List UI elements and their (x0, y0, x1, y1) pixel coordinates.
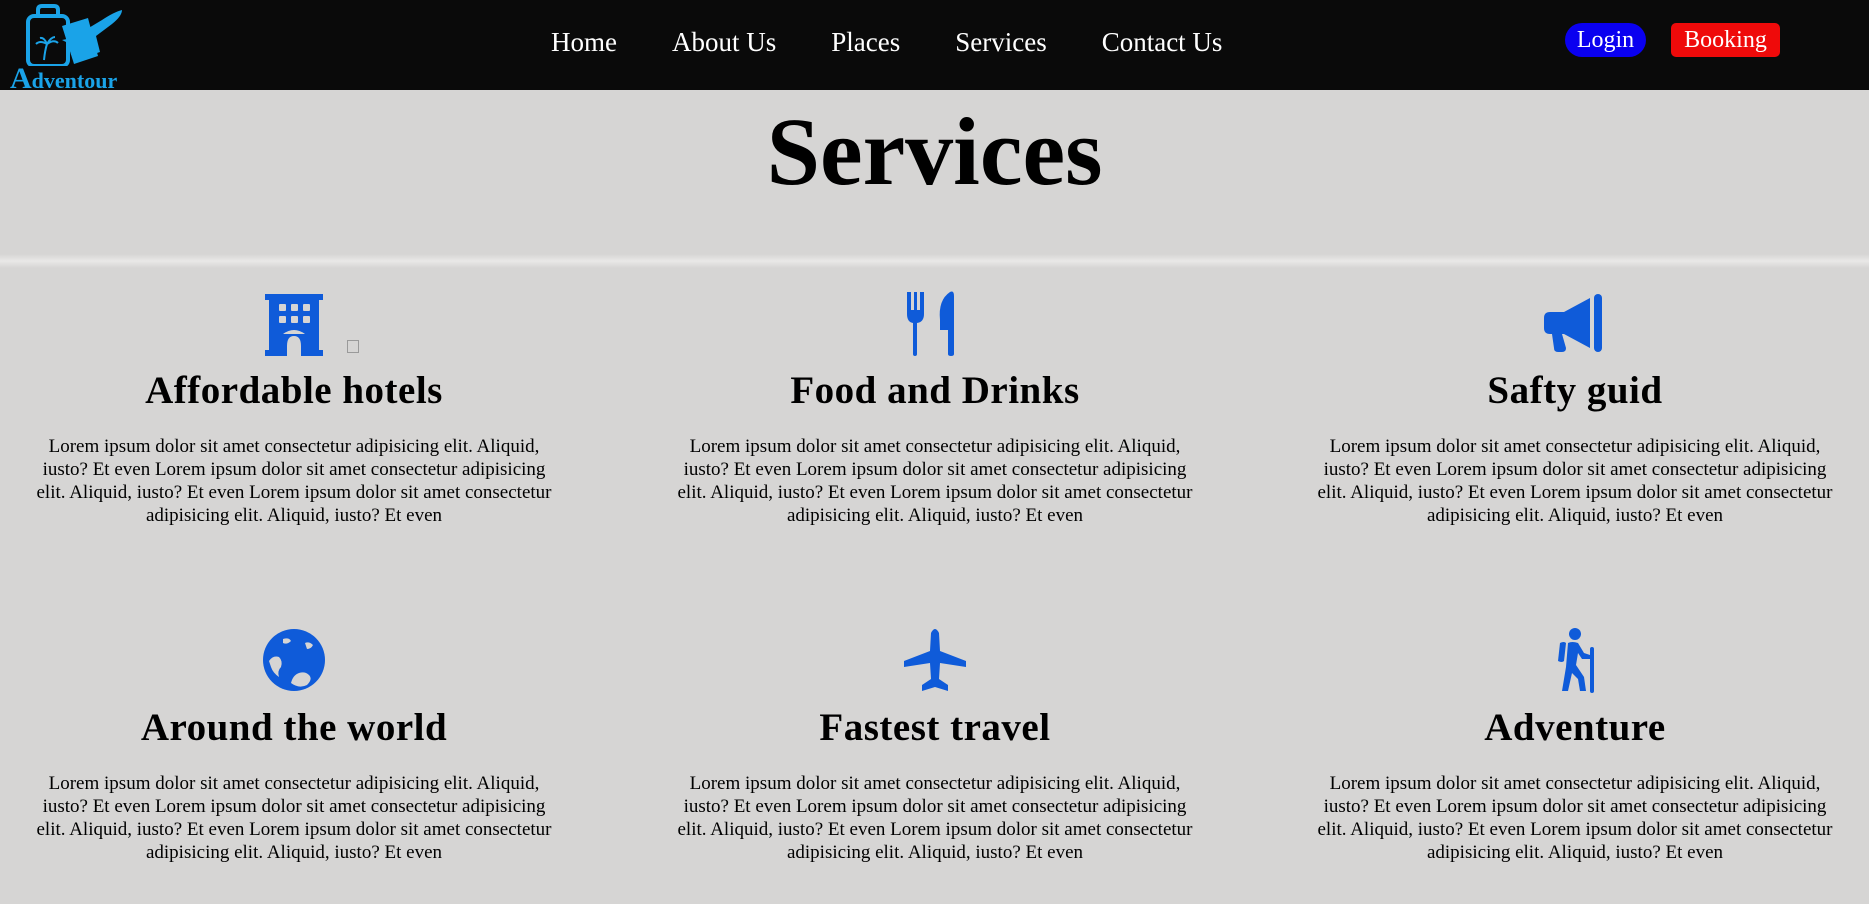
service-description: Lorem ipsum dolor sit amet consectetur a… (36, 772, 552, 863)
nav-link-places[interactable]: Places (831, 22, 900, 62)
login-button[interactable]: Login (1565, 23, 1646, 57)
main-nav: Home About Us Places Services Contact Us (551, 22, 1222, 62)
service-title: Safty guid (1487, 369, 1663, 412)
service-title: Adventure (1484, 706, 1666, 749)
page-title: Services (766, 98, 1103, 205)
service-description: Lorem ipsum dolor sit amet consectetur a… (36, 435, 552, 526)
service-title: Food and Drinks (790, 369, 1080, 412)
service-card-travel: Fastest travel Lorem ipsum dolor sit ame… (655, 627, 1215, 864)
service-card-adventure: Adventure Lorem ipsum dolor sit amet con… (1295, 627, 1855, 864)
service-title: Around the world (140, 706, 448, 749)
service-title: Affordable hotels (145, 369, 443, 412)
logo[interactable]: Adventour (4, 4, 126, 94)
service-description: Lorem ipsum dolor sit amet consectetur a… (677, 772, 1193, 863)
nav-link-services[interactable]: Services (955, 22, 1046, 62)
service-description: Lorem ipsum dolor sit amet consectetur a… (1317, 435, 1833, 526)
service-description: Lorem ipsum dolor sit amet consectetur a… (677, 435, 1193, 526)
service-card-food: Food and Drinks Lorem ipsum dolor sit am… (655, 290, 1215, 527)
service-title: Fastest travel (819, 706, 1051, 749)
hotel-icon (14, 290, 574, 356)
section-divider (0, 254, 1869, 268)
service-card-hotels: Affordable hotels Lorem ipsum dolor sit … (14, 290, 574, 527)
broken-image-placeholder (347, 340, 359, 353)
booking-button[interactable]: Booking (1671, 23, 1780, 57)
service-description: Lorem ipsum dolor sit amet consectetur a… (1317, 772, 1833, 863)
service-card-safety: Safty guid Lorem ipsum dolor sit amet co… (1295, 290, 1855, 527)
plane-icon (655, 627, 1215, 693)
utensils-icon (655, 290, 1215, 356)
hiker-icon (1295, 627, 1855, 693)
service-card-world: Around the world Lorem ipsum dolor sit a… (14, 627, 574, 864)
nav-link-home[interactable]: Home (551, 22, 617, 62)
nav-link-contact-us[interactable]: Contact Us (1102, 22, 1223, 62)
nav-link-about-us[interactable]: About Us (672, 22, 776, 62)
suitcase-plane-logo-icon (26, 4, 122, 68)
megaphone-icon (1295, 290, 1855, 356)
navbar: Adventour Home About Us Places Services … (0, 0, 1869, 94)
globe-icon (14, 627, 574, 693)
